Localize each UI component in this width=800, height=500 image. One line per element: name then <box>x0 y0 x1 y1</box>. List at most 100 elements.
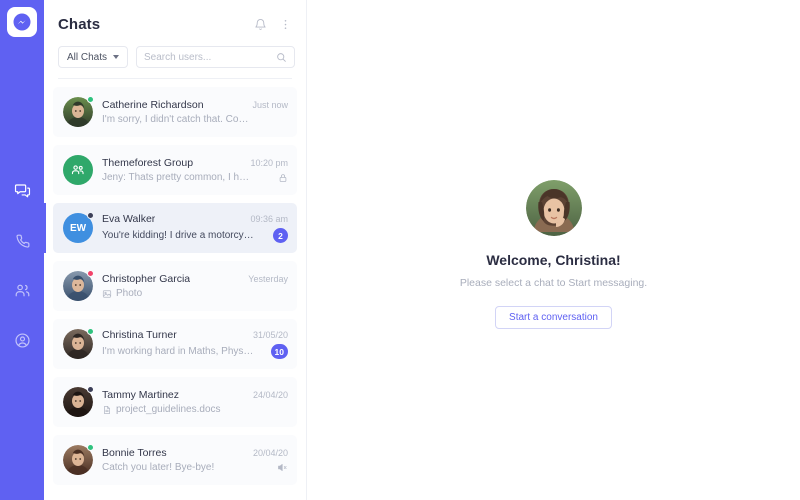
chat-item-preview: Catch you later! Bye-bye! <box>102 462 215 473</box>
rail-item-chats[interactable] <box>9 177 35 203</box>
chat-list-item[interactable]: Christopher Garcia Yesterday Photo <box>53 261 297 311</box>
chat-item-name: Eva Walker <box>102 213 156 225</box>
messenger-logo[interactable] <box>7 7 37 37</box>
chat-item-time: 31/05/20 <box>252 330 288 340</box>
chat-item-body: Catherine Richardson Just now I'm sorry,… <box>102 99 288 125</box>
chat-list-panel: Chats All Chats Search users... Catherin… <box>44 0 307 500</box>
chat-item-preview: You're kidding! I drive a motorcycle as … <box>102 230 254 241</box>
rail-item-profile[interactable] <box>9 327 35 353</box>
chat-item-top: Bonnie Torres 20/04/20 <box>102 447 288 459</box>
chat-item-preview: I'm sorry, I didn't catch that. Could yo… <box>102 114 254 125</box>
chat-list-header: Chats All Chats Search users... <box>44 0 306 79</box>
chat-list-title-row: Chats <box>58 10 292 38</box>
chat-item-bottom: project_guidelines.docs <box>102 404 288 415</box>
unread-badge: 10 <box>270 344 288 359</box>
chat-item-top: Tammy Martinez 24/04/20 <box>102 389 288 401</box>
avatar-wrapper: EW <box>63 212 94 243</box>
chat-item-name: Themeforest Group <box>102 157 194 169</box>
chat-item-end <box>272 462 288 473</box>
chat-item-top: Catherine Richardson Just now <box>102 99 288 111</box>
chat-list-item[interactable]: Bonnie Torres 20/04/20 Catch you later! … <box>53 435 297 485</box>
chevron-down-icon <box>113 55 120 59</box>
chat-list-item[interactable]: Catherine Richardson Just now I'm sorry,… <box>53 87 297 137</box>
chat-list-item[interactable]: Christina Turner 31/05/20 I'm working ha… <box>53 319 297 369</box>
chat-item-name: Christopher Garcia <box>102 273 191 285</box>
chat-item-bottom: Photo <box>102 288 288 299</box>
more-vertical-icon[interactable] <box>279 18 292 31</box>
rail-item-calls[interactable] <box>9 227 35 253</box>
chat-item-top: Eva Walker 09:36 am <box>102 213 288 225</box>
chat-item-name: Christina Turner <box>102 329 177 341</box>
chat-item-time: 24/04/20 <box>252 390 288 400</box>
start-conversation-button[interactable]: Start a conversation <box>495 306 612 329</box>
chat-item-top: Christopher Garcia Yesterday <box>102 273 288 285</box>
chat-item-bottom: Jeny: Thats pretty common, I heard th... <box>102 172 288 183</box>
status-dot-online <box>87 96 94 103</box>
phone-icon <box>14 232 31 249</box>
chat-item-bottom: I'm sorry, I didn't catch that. Could yo… <box>102 114 288 125</box>
avatar-wrapper <box>63 328 94 359</box>
chat-item-preview: Photo <box>102 288 142 299</box>
avatar-wrapper <box>63 444 94 475</box>
chat-list-item[interactable]: EW Eva Walker 09:36 am You're kidding! I… <box>44 203 297 253</box>
chat-item-name: Bonnie Torres <box>102 447 167 459</box>
header-actions <box>254 18 292 31</box>
welcome-panel: Welcome, Christina! Please select a chat… <box>389 180 719 329</box>
avatar-wrapper <box>63 386 94 417</box>
page-title: Chats <box>58 15 101 33</box>
chat-item-time: 20/04/20 <box>252 448 288 458</box>
bell-icon[interactable] <box>254 18 267 31</box>
rail-item-contacts[interactable] <box>9 277 35 303</box>
welcome-title: Welcome, Christina! <box>486 252 621 268</box>
chat-item-preview: I'm working hard in Maths, Physics an... <box>102 346 254 357</box>
chat-item-end: 10 <box>266 344 288 359</box>
status-dot-busy <box>87 270 94 277</box>
avatar <box>63 155 93 185</box>
christina-avatar <box>525 180 582 236</box>
chat-item-time: Yesterday <box>248 274 288 284</box>
left-nav-rail <box>0 0 44 500</box>
chat-list[interactable]: Catherine Richardson Just now I'm sorry,… <box>44 79 306 500</box>
search-input[interactable] <box>144 51 277 63</box>
chat-item-name: Catherine Richardson <box>102 99 204 111</box>
chat-item-time: Just now <box>252 100 288 110</box>
chat-item-body: Eva Walker 09:36 am You're kidding! I dr… <box>102 213 288 243</box>
avatar-wrapper <box>63 155 93 185</box>
profile-circle-icon <box>14 332 31 349</box>
chat-item-body: Christina Turner 31/05/20 I'm working ha… <box>102 329 288 359</box>
chat-item-bottom: You're kidding! I drive a motorcycle as … <box>102 228 288 243</box>
status-dot-away <box>87 212 94 219</box>
status-dot-away <box>87 386 94 393</box>
chat-item-top: Themeforest Group 10:20 pm <box>102 157 288 169</box>
chat-item-name: Tammy Martinez <box>102 389 180 401</box>
chat-item-body: Christopher Garcia Yesterday Photo <box>102 273 288 299</box>
chat-item-body: Bonnie Torres 20/04/20 Catch you later! … <box>102 447 288 473</box>
all-chats-dropdown-label: All Chats <box>67 51 108 63</box>
status-dot-online <box>87 328 94 335</box>
mute-icon <box>277 462 288 473</box>
rail-nav-items <box>9 177 35 353</box>
chat-item-bottom: I'm working hard in Maths, Physics an...… <box>102 344 288 359</box>
unread-badge: 2 <box>273 228 288 243</box>
chat-list-item[interactable]: Tammy Martinez 24/04/20 project_guidelin… <box>53 377 297 427</box>
chat-item-end <box>273 173 288 183</box>
chat-item-top: Christina Turner 31/05/20 <box>102 329 288 341</box>
avatar-wrapper <box>63 270 94 301</box>
chat-item-end: 2 <box>268 228 288 243</box>
welcome-subtitle: Please select a chat to Start messaging. <box>459 277 648 289</box>
search-icon[interactable] <box>276 52 287 63</box>
chat-bubbles-icon <box>14 182 31 199</box>
contacts-icon <box>14 282 31 299</box>
chat-item-preview: project_guidelines.docs <box>102 404 221 415</box>
chat-item-body: Themeforest Group 10:20 pm Jeny: Thats p… <box>102 157 288 183</box>
app-root: Chats All Chats Search users... Catherin… <box>0 0 800 500</box>
filter-row: All Chats <box>58 46 296 68</box>
chat-item-time: 09:36 am <box>250 214 288 224</box>
chat-item-preview: Jeny: Thats pretty common, I heard th... <box>102 172 254 183</box>
chat-list-item[interactable]: Themeforest Group 10:20 pm Jeny: Thats p… <box>53 145 297 195</box>
search-field[interactable] <box>136 46 296 68</box>
lock-icon <box>278 173 288 183</box>
chat-item-time: 10:20 pm <box>250 158 288 168</box>
chat-item-bottom: Catch you later! Bye-bye! <box>102 462 288 473</box>
all-chats-dropdown[interactable]: All Chats <box>58 46 129 68</box>
